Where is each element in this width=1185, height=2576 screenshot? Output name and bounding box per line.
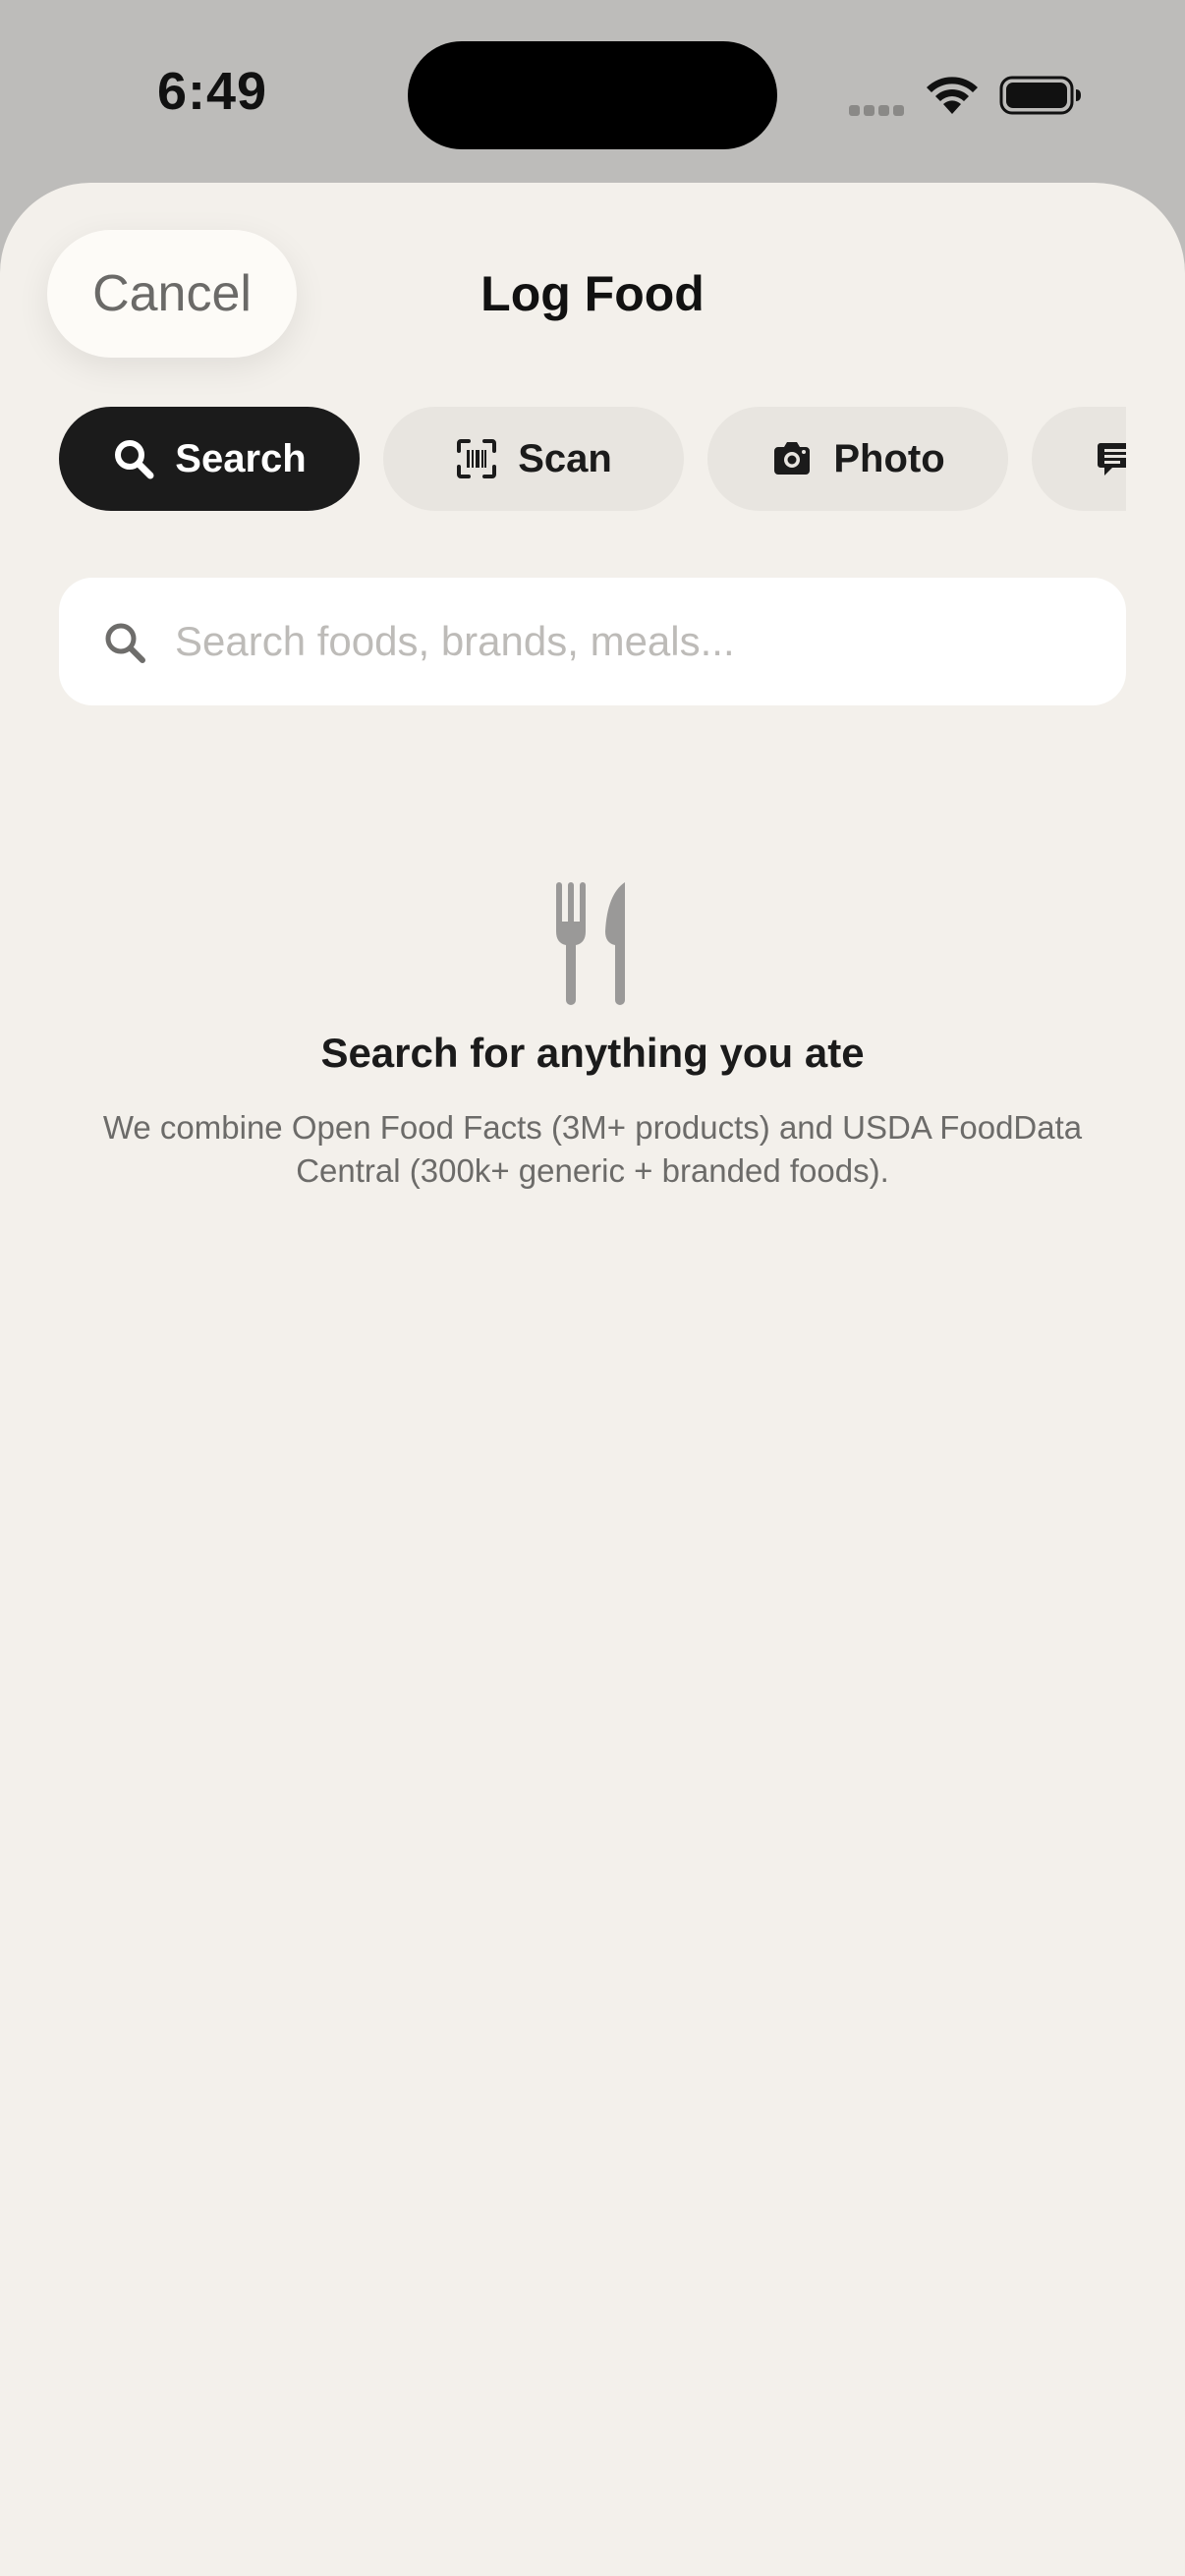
- dynamic-island: [408, 41, 777, 149]
- message-icon: [1098, 443, 1126, 476]
- barcode-scan-icon: [457, 439, 497, 478]
- status-time: 6:49: [157, 62, 268, 121]
- tab-scan-label: Scan: [518, 436, 612, 480]
- tab-search-label: Search: [175, 436, 307, 480]
- mode-tabs: Search Scan Photo: [59, 407, 1126, 513]
- page-title: Log Food: [480, 266, 705, 321]
- screen: 6:49 Cancel Log Food Search Scan Photo S…: [0, 0, 1185, 2576]
- tab-photo[interactable]: Photo: [707, 407, 1008, 511]
- tab-text[interactable]: [1032, 407, 1126, 511]
- tab-scan[interactable]: Scan: [383, 407, 684, 511]
- wifi-icon: [927, 77, 978, 114]
- empty-state-title: Search for anything you ate: [320, 1030, 865, 1076]
- log-food-sheet: Cancel Log Food Search Scan Photo Search…: [0, 183, 1185, 2576]
- battery-icon: [999, 76, 1081, 115]
- tab-search[interactable]: Search: [59, 407, 360, 511]
- camera-icon: [774, 442, 811, 475]
- fork-knife-icon: [556, 882, 625, 1005]
- search-input[interactable]: [175, 578, 1099, 705]
- cellular-signal-icon: [849, 103, 908, 116]
- search-icon: [105, 623, 145, 663]
- empty-state-description: We combine Open Food Facts (3M+ products…: [102, 1109, 1083, 1189]
- search-icon: [115, 440, 154, 479]
- tab-photo-label: Photo: [833, 436, 945, 480]
- search-box: [59, 578, 1126, 705]
